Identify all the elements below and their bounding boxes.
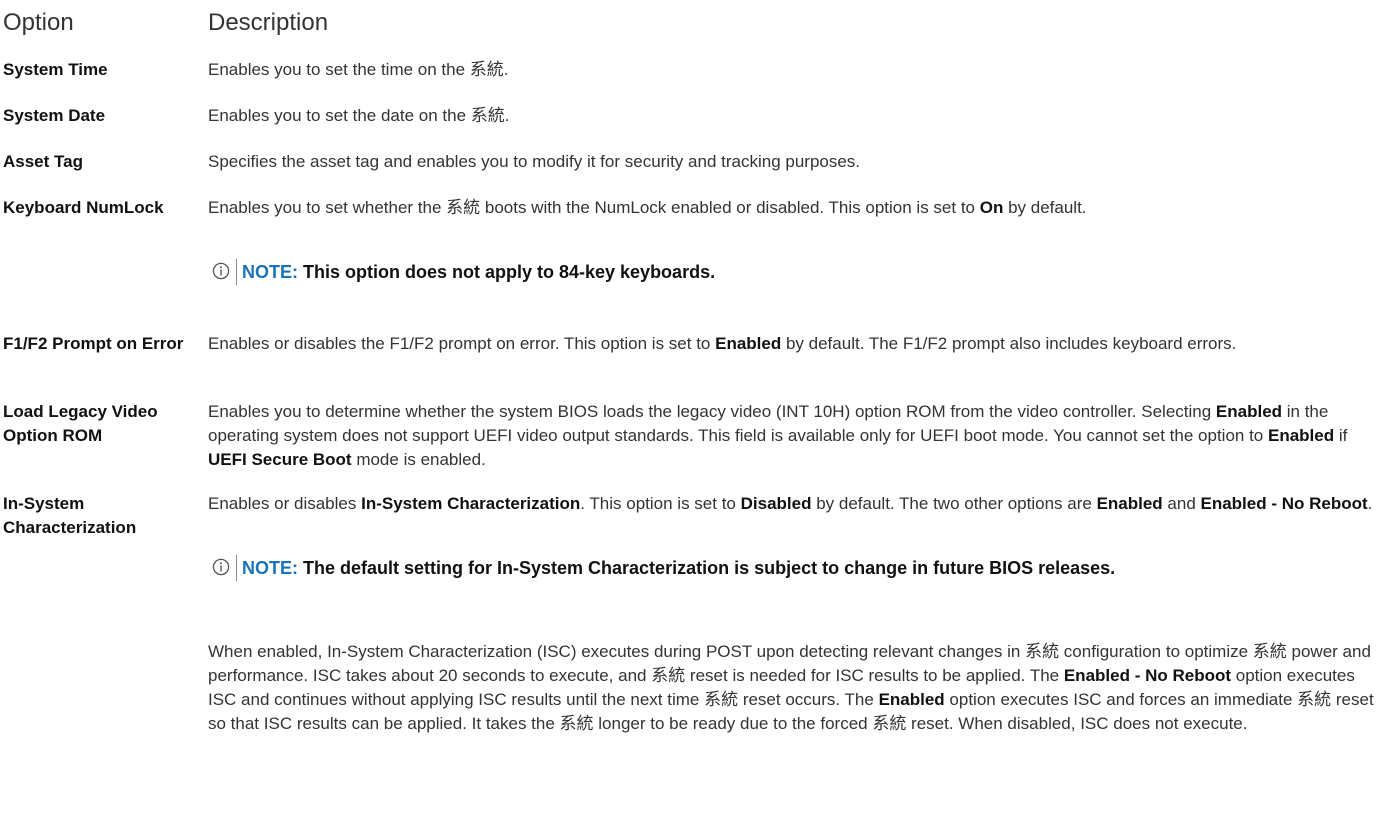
bios-options-page: Option Description System Time Enables y… [0, 0, 1384, 822]
option-description: Enables or disables In-System Characteri… [208, 494, 1373, 513]
option-name: System Time [3, 60, 108, 79]
note-divider [236, 259, 237, 285]
option-name: System Date [3, 106, 106, 125]
note-text: NOTE: This option does not apply to 84-k… [242, 262, 716, 282]
option-name: Asset Tag [3, 152, 83, 171]
table-header: Option Description [0, 6, 1384, 40]
option-name: Load Legacy Video Option ROM [3, 402, 158, 445]
option-name: Keyboard NumLock [3, 198, 164, 217]
option-description: Specifies the asset tag and enables you … [208, 152, 861, 171]
description-column-header: Description [208, 9, 329, 36]
note-divider [236, 555, 237, 581]
option-column-header: Option [3, 9, 74, 36]
option-description-paragraph: When enabled, In-System Characterization… [208, 642, 1374, 733]
note-box: NOTE: The default setting for In-System … [212, 554, 1380, 584]
option-description: Enables you to set whether the 系統 boots … [208, 198, 1087, 217]
option-description: Enables you to determine whether the sys… [208, 402, 1348, 469]
info-circle-icon [212, 558, 230, 576]
option-name: F1/F2 Prompt on Error [3, 334, 184, 353]
option-name: In-System Characterization [3, 494, 137, 537]
info-circle-icon [212, 262, 230, 280]
note-text: NOTE: The default setting for In-System … [242, 558, 1116, 578]
option-description: Enables you to set the date on the 系統. [208, 106, 510, 125]
option-description: Enables you to set the time on the 系統. [208, 60, 509, 79]
note-box: NOTE: This option does not apply to 84-k… [212, 258, 1380, 288]
option-description: Enables or disables the F1/F2 prompt on … [208, 334, 1237, 353]
